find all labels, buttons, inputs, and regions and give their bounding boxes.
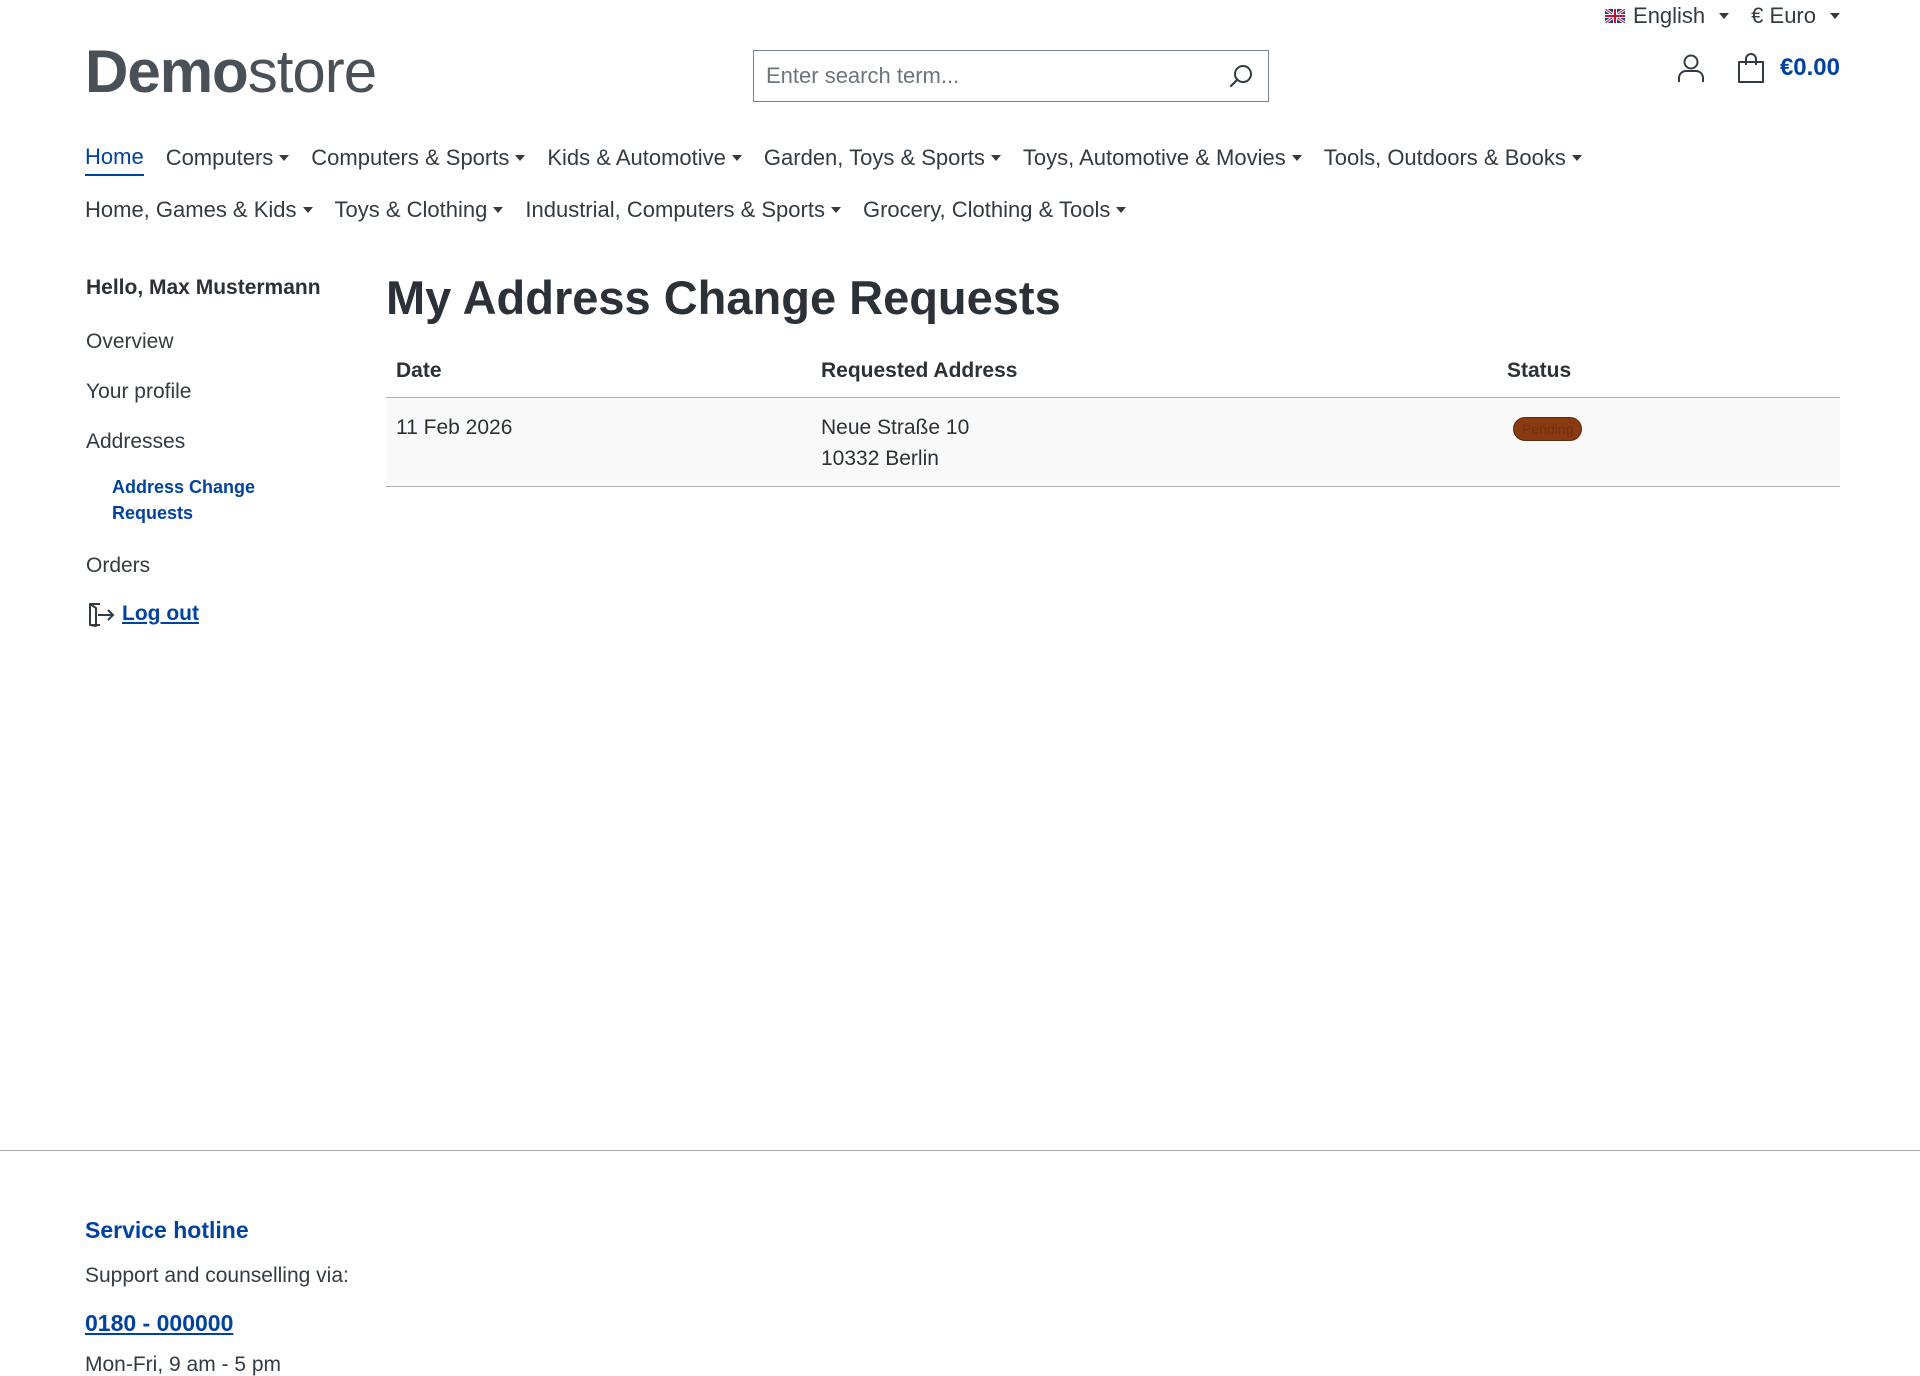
account-sidebar: Hello, Max Mustermann Overview Your prof… [86, 276, 346, 628]
nav-row-2: Home, Games & Kids Toys & Clothing Indus… [85, 194, 1840, 230]
table-row: 11 Feb 2026 Neue Straße 10 10332 Berlin … [386, 397, 1840, 487]
user-icon [1677, 54, 1704, 82]
nav-item-grocery-clothing-tools[interactable]: Grocery, Clothing & Tools [862, 197, 1127, 227]
cart-total: €0.00 [1779, 54, 1840, 81]
nav-item-label: Home [85, 144, 144, 169]
page-title: My Address Change Requests [386, 271, 1061, 324]
nav-item-label: Tools, Outdoors & Books [1323, 145, 1566, 170]
sidebar-item-profile[interactable]: Your profile [86, 380, 346, 404]
chevron-down-icon [302, 207, 313, 213]
nav-item-label: Garden, Toys & Sports [763, 145, 985, 170]
hotline-text: Support and counselling via: [85, 1264, 349, 1287]
nav-item-garden-toys-sports[interactable]: Garden, Toys & Sports [764, 145, 1001, 175]
store-logo[interactable]: Demostore [85, 38, 377, 105]
chevron-down-icon [1719, 13, 1730, 19]
chevron-down-icon [1571, 155, 1582, 161]
nav-item-label: Computers & Sports [311, 145, 510, 170]
address-line-1: Neue Straße 10 [821, 416, 970, 439]
nav-item-home-games-kids[interactable]: Home, Games & Kids [85, 197, 313, 227]
nav-row-1: Home Computers Computers & Sports Kids &… [85, 142, 1840, 178]
topbar: English € Euro [1605, 0, 1840, 32]
search-input[interactable] [766, 63, 1226, 89]
main-content: My Address Change Requests Date Requeste… [386, 270, 1840, 487]
nav-item-computers-sports[interactable]: Computers & Sports [311, 145, 526, 175]
sidebar-item-addresses[interactable]: Addresses [86, 430, 346, 454]
nav-item-kids-automotive[interactable]: Kids & Automotive [547, 145, 742, 175]
hotline-phone-link[interactable]: 0180 - 000000 [85, 1310, 233, 1337]
search-button[interactable] [1226, 61, 1256, 91]
account-button[interactable] [1676, 52, 1706, 84]
cell-status: Pending [1497, 397, 1840, 487]
chevron-down-icon [515, 155, 526, 161]
chevron-down-icon [1116, 207, 1127, 213]
language-label: English [1633, 3, 1706, 28]
search-box [753, 50, 1269, 102]
nav-item-label: Toys & Clothing [334, 197, 488, 222]
shopping-bag-icon [1737, 53, 1764, 83]
currency-dropdown[interactable]: € Euro [1751, 3, 1840, 29]
column-header-requested-address: Requested Address [811, 349, 1497, 398]
currency-label: € Euro [1751, 3, 1816, 28]
uk-flag-icon [1605, 9, 1626, 23]
nav-item-label: Kids & Automotive [547, 145, 726, 170]
cart-button[interactable]: €0.00 [1736, 52, 1840, 84]
nav-item-label: Computers [165, 145, 274, 170]
main-navigation: Home Computers Computers & Sports Kids &… [85, 142, 1840, 246]
status-badge: Pending [1513, 417, 1583, 441]
address-line-2: 10332 Berlin [821, 447, 939, 470]
nav-item-label: Home, Games & Kids [85, 197, 297, 222]
chevron-down-icon [731, 155, 742, 161]
nav-item-tools-outdoors-books[interactable]: Tools, Outdoors & Books [1324, 145, 1582, 175]
logout-link[interactable]: Log out [86, 600, 346, 628]
table-header-row: Date Requested Address Status [386, 349, 1840, 398]
cell-address: Neue Straße 10 10332 Berlin [811, 397, 1497, 487]
chevron-down-icon [1830, 13, 1840, 19]
nav-item-label: Grocery, Clothing & Tools [862, 197, 1111, 222]
nav-item-toys-automotive-movies[interactable]: Toys, Automotive & Movies [1023, 145, 1302, 175]
logout-label: Log out [122, 602, 199, 625]
address-requests-table: Date Requested Address Status 11 Feb 202… [386, 349, 1840, 487]
sidebar-item-orders[interactable]: Orders [86, 554, 346, 578]
column-header-date: Date [386, 349, 811, 398]
logout-icon [89, 603, 115, 627]
chevron-down-icon [279, 155, 290, 161]
header: Demostore €0.00 [85, 40, 1840, 112]
nav-item-toys-clothing[interactable]: Toys & Clothing [335, 197, 504, 227]
chevron-down-icon [990, 155, 1001, 161]
greeting: Hello, Max Mustermann [86, 276, 321, 299]
chevron-down-icon [1291, 155, 1302, 161]
sidebar-item-address-change-requests[interactable]: Address Change Requests [112, 474, 282, 526]
hotline-title: Service hotline [85, 1217, 249, 1243]
nav-item-home[interactable]: Home [85, 144, 144, 176]
chevron-down-icon [493, 207, 504, 213]
hotline-hours: Mon-Fri, 9 am - 5 pm [85, 1353, 282, 1376]
header-actions: €0.00 [1676, 52, 1840, 84]
cell-date: 11 Feb 2026 [386, 397, 811, 487]
service-hotline: Service hotline Support and counselling … [85, 1217, 349, 1376]
language-dropdown[interactable]: English [1605, 3, 1730, 29]
nav-item-label: Toys, Automotive & Movies [1022, 145, 1286, 170]
nav-item-computers[interactable]: Computers [166, 145, 290, 175]
logo-bold-text: Demo [85, 38, 249, 105]
sidebar-item-overview[interactable]: Overview [86, 330, 346, 354]
logo-light-text: store [247, 38, 377, 105]
footer: Service hotline Support and counselling … [0, 1150, 1920, 1376]
search-icon [1229, 65, 1252, 88]
column-header-status: Status [1497, 349, 1840, 398]
chevron-down-icon [830, 207, 841, 213]
nav-item-label: Industrial, Computers & Sports [525, 197, 825, 222]
nav-item-industrial-computers-sports[interactable]: Industrial, Computers & Sports [525, 197, 841, 227]
